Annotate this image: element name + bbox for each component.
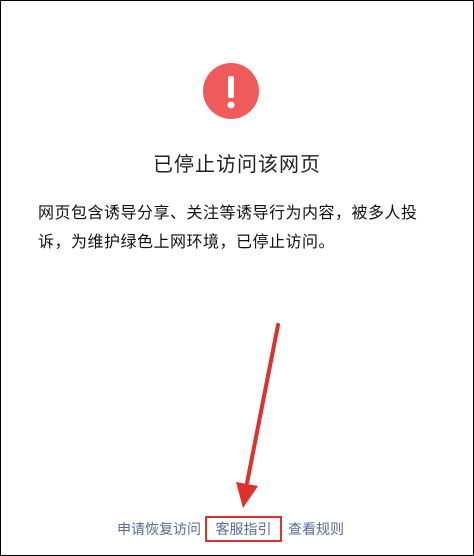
customer-service-link[interactable]: 客服指引 (205, 516, 282, 542)
blocked-description: 网页包含诱导分享、关注等诱导行为内容，被多人投诉，为维护绿色上网环境，已停止访问… (38, 203, 418, 251)
restore-access-link[interactable]: 申请恢复访问 (117, 516, 201, 544)
footer-links: 申请恢复访问 客服指引 查看规则 (0, 516, 474, 544)
view-rules-link[interactable]: 查看规则 (288, 516, 344, 544)
page-title: 已停止访问该网页 (153, 152, 321, 176)
warning-badge (203, 63, 259, 119)
exclamation-icon (227, 76, 235, 109)
